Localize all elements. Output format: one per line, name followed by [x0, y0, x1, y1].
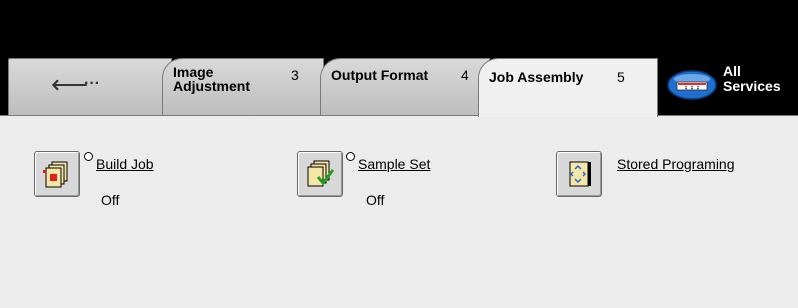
tab-output-format-label: Output Format: [331, 67, 429, 83]
stored-programming-icon: [569, 161, 591, 187]
svg-text:‡ ‡ ‡: ‡ ‡ ‡: [684, 86, 699, 92]
stored-programming-button[interactable]: [556, 151, 602, 197]
tab-output-format-number: 4: [461, 67, 469, 83]
tab-output-format[interactable]: Output Format 4: [320, 58, 490, 116]
build-job-status-indicator: [84, 152, 93, 161]
all-services-button[interactable]: ‡ ‡ ‡ All Services: [663, 58, 798, 116]
sample-set-value: Off: [366, 192, 385, 208]
sample-set-button[interactable]: [297, 151, 343, 197]
tab-job-assembly-number: 5: [617, 69, 625, 85]
back-arrow-icon: ⟵: [51, 69, 89, 99]
sample-set-status-indicator: [346, 152, 355, 161]
back-tab[interactable]: ⟵ ···: [8, 58, 172, 116]
job-assembly-panel: Build Job Off Sample Set Off Stored Prog…: [0, 115, 798, 308]
stored-programming-link[interactable]: Stored Programing: [617, 156, 735, 172]
back-dots: ···: [84, 75, 100, 92]
all-services-icon: ‡ ‡ ‡: [667, 70, 717, 100]
tab-image-adjustment[interactable]: Image Adjustment 3: [162, 58, 324, 116]
all-services-label: All Services: [723, 63, 781, 94]
tab-job-assembly-label: Job Assembly: [489, 69, 584, 85]
tab-job-assembly[interactable]: Job Assembly 5: [478, 58, 658, 117]
sample-set-link[interactable]: Sample Set: [358, 156, 430, 172]
sample-set-icon: [307, 160, 335, 187]
build-job-button[interactable]: [34, 151, 80, 197]
tab-image-adjustment-label: Image Adjustment: [173, 64, 250, 94]
build-job-icon: [43, 161, 68, 188]
build-job-link[interactable]: Build Job: [96, 156, 154, 172]
tab-image-adjustment-number: 3: [291, 67, 299, 83]
tab-bar: ⟵ ··· Image Adjustment 3 Output Format 4…: [0, 0, 798, 117]
build-job-value: Off: [101, 192, 120, 208]
